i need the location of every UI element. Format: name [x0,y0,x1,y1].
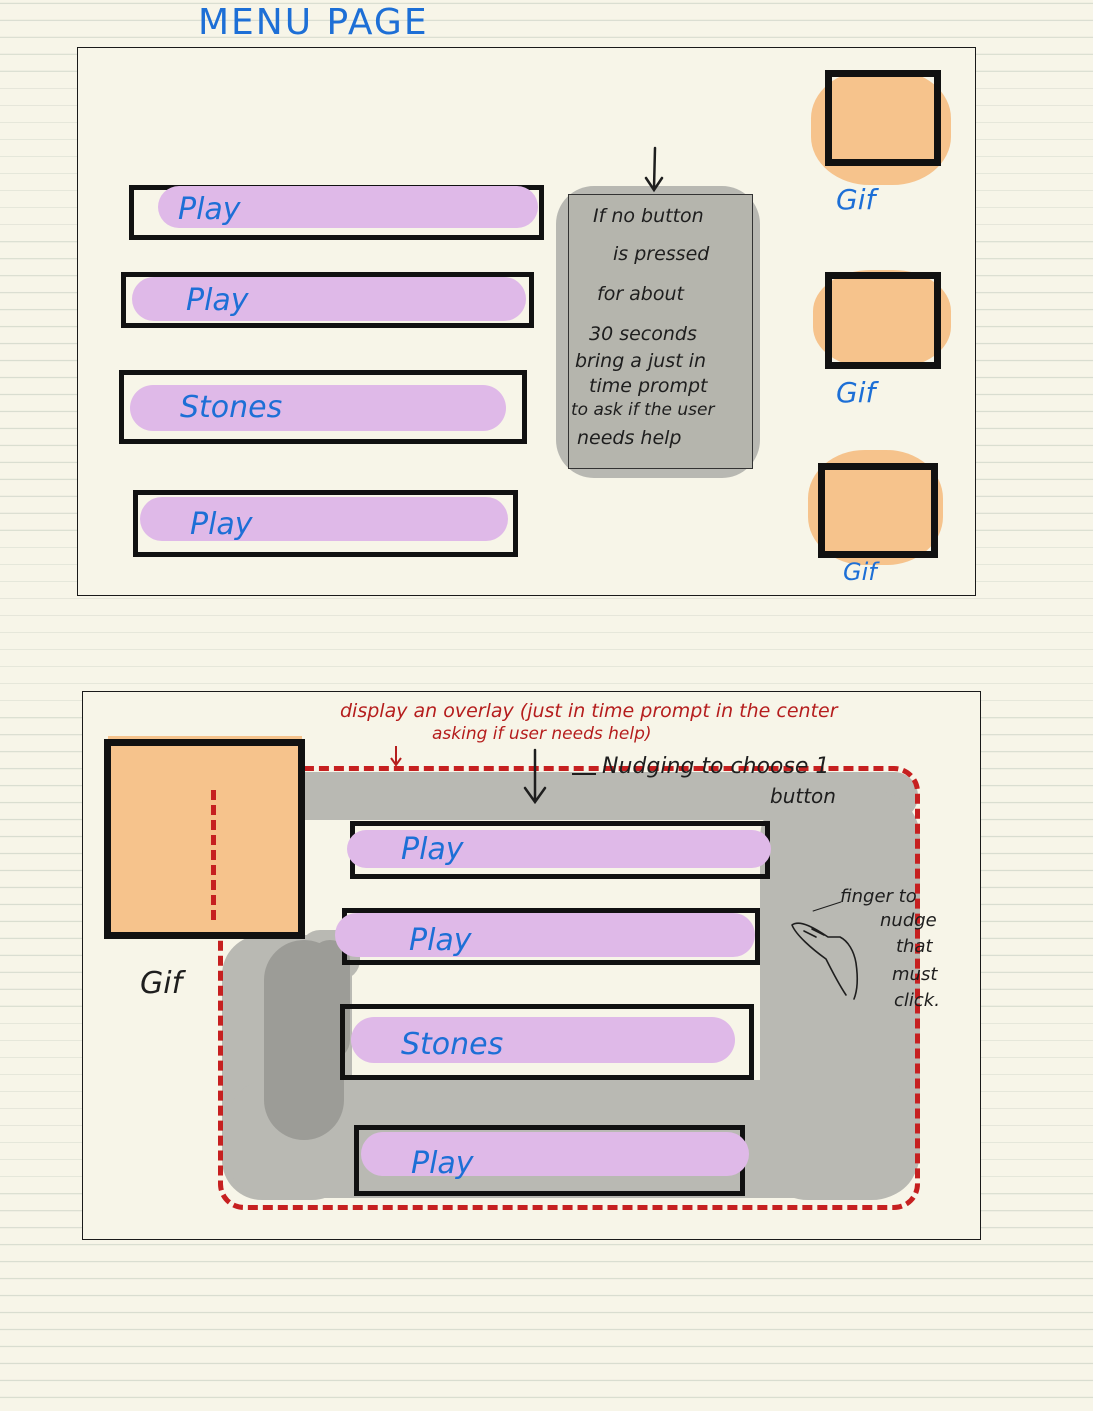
button-label: Stones [180,390,283,425]
button-highlight [335,913,755,957]
red-arrow-icon [390,746,402,767]
note-line: 30 seconds [589,323,697,345]
menu-play-button-1[interactable]: Play [129,185,544,240]
gif-placeholder-2 [825,272,941,369]
overlay-stones-button[interactable]: Stones [340,1004,754,1080]
note-line: bring a just in [575,350,707,372]
button-label: Play [411,1146,474,1181]
gif-label: Gif [843,558,877,586]
button-label: Play [186,283,249,318]
page-title: MENU PAGE [198,2,429,43]
nudging-note: Nudging to choose 1 [602,754,830,779]
finger-note: finger to [840,886,917,907]
button-label: Stones [401,1027,504,1062]
note-line: to ask if the user [571,400,715,420]
note-line: time prompt [589,375,708,397]
button-label: Play [178,192,241,227]
gif-label: Gif [836,183,876,216]
overlay-annotation: asking if user needs help) [432,724,652,744]
finger-note: click. [894,990,940,1011]
menu-stones-button[interactable]: Stones [119,370,527,444]
nudging-note: button [770,784,836,808]
button-label: Play [190,507,253,542]
leader-line [572,773,596,775]
finger-note: that [896,936,933,957]
menu-screen-frame: Play Play Stones Play If no button is pr… [77,47,976,596]
overlay-annotation: display an overlay (just in time prompt … [340,700,838,722]
note-line: needs help [577,427,682,449]
dash-mark [211,790,222,920]
gif-placeholder-3 [818,463,938,558]
finger-note: must [892,964,938,985]
down-arrow-icon [523,748,547,804]
gif-label: Gif [140,966,183,1001]
overlay-play-button-1[interactable]: Play [347,821,771,879]
gif-placeholder-1 [825,70,941,166]
gif-placeholder-overlay [104,739,305,939]
idle-prompt-note: If no button is pressed for about 30 sec… [568,194,753,469]
button-label: Play [409,923,472,958]
overlay-play-button-2[interactable]: Play [335,908,760,965]
note-line: If no button [593,205,704,227]
overlay-play-button-3[interactable]: Play [354,1125,749,1196]
menu-play-button-2[interactable]: Play [121,272,534,328]
note-line: is pressed [613,243,710,265]
down-arrow-icon [644,146,664,193]
button-label: Play [401,832,464,867]
finger-note: nudge [880,910,937,931]
pointing-finger-icon [791,922,859,1000]
note-line: for about [597,283,684,305]
menu-play-button-3[interactable]: Play [133,490,518,557]
gif-label: Gif [836,376,876,409]
